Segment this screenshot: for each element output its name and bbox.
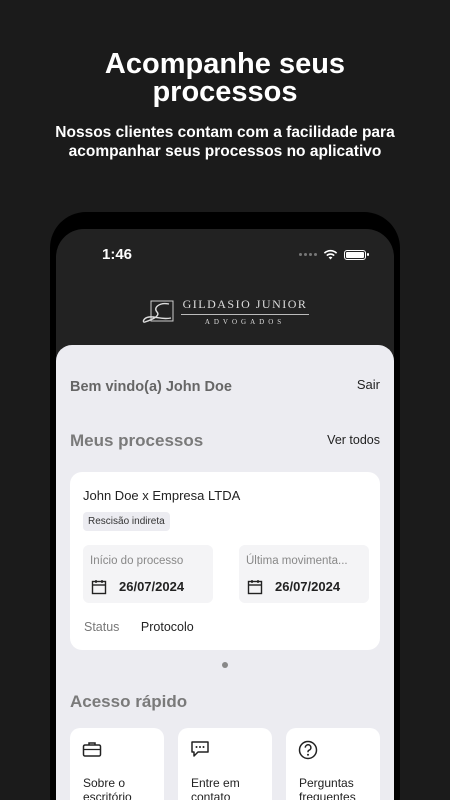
calendar-icon bbox=[247, 580, 263, 595]
firm-logo: GILDASIO JUNIOR ADVOGADOS bbox=[56, 297, 394, 326]
logo-monogram-icon bbox=[142, 300, 174, 323]
status-label: Status bbox=[84, 620, 120, 634]
case-title: John Doe x Empresa LTDA bbox=[83, 488, 241, 503]
quick-label: Sobre o escritório bbox=[83, 776, 132, 800]
quick-label: Perguntas frequentes bbox=[299, 776, 356, 800]
processes-title: Meus processos bbox=[70, 431, 204, 450]
quick-label: Entre em contato bbox=[191, 776, 240, 800]
content-sheet: Bem vindo(a) John Doe Sair Meus processo… bbox=[56, 345, 394, 800]
case-tag: Rescisão indireta bbox=[83, 512, 170, 531]
process-card[interactable]: John Doe x Empresa LTDA Rescisão indiret… bbox=[70, 472, 380, 650]
status-time: 1:46 bbox=[102, 246, 133, 263]
briefcase-icon bbox=[82, 742, 102, 757]
logout-button[interactable]: Sair bbox=[357, 377, 380, 392]
calendar-icon bbox=[91, 580, 107, 595]
status-value: Protocolo bbox=[140, 620, 194, 634]
start-date-label: Início do processo bbox=[90, 555, 184, 567]
start-date-value: 26/07/2024 bbox=[119, 579, 185, 594]
quick-faq[interactable]: Perguntas frequentes bbox=[286, 728, 380, 800]
status-icons bbox=[299, 249, 369, 260]
last-movement-value: 26/07/2024 bbox=[275, 579, 341, 594]
question-icon bbox=[298, 740, 318, 760]
carousel-indicator[interactable] bbox=[222, 662, 228, 668]
status-row: Status Protocolo bbox=[84, 620, 194, 634]
quick-contact[interactable]: Entre em contato bbox=[178, 728, 272, 800]
logo-name: GILDASIO JUNIOR bbox=[180, 297, 310, 315]
last-movement-label: Última movimenta... bbox=[246, 555, 348, 567]
signal-icon bbox=[299, 253, 317, 256]
logo-subtitle: ADVOGADOS bbox=[204, 318, 286, 326]
battery-icon bbox=[344, 249, 369, 260]
wifi-icon bbox=[323, 249, 338, 260]
start-date-box: Início do processo 26/07/2024 bbox=[83, 545, 213, 603]
quick-about-office[interactable]: Sobre o escritório bbox=[70, 728, 164, 800]
see-all-button[interactable]: Ver todos bbox=[327, 433, 380, 447]
last-movement-box: Última movimenta... 26/07/2024 bbox=[239, 545, 369, 603]
quick-access-title: Acesso rápido bbox=[70, 692, 188, 711]
chat-icon bbox=[191, 741, 209, 757]
promo-subtitle: Nossos clientes contam com a facilidade … bbox=[55, 124, 395, 160]
promo-headline: Acompanhe seus processos bbox=[104, 48, 346, 108]
welcome-text: Bem vindo(a) John Doe bbox=[70, 379, 232, 395]
phone-screen: 1:46 GILDASIO JUNIOR ADVOGADOS Bem vindo… bbox=[56, 229, 394, 800]
